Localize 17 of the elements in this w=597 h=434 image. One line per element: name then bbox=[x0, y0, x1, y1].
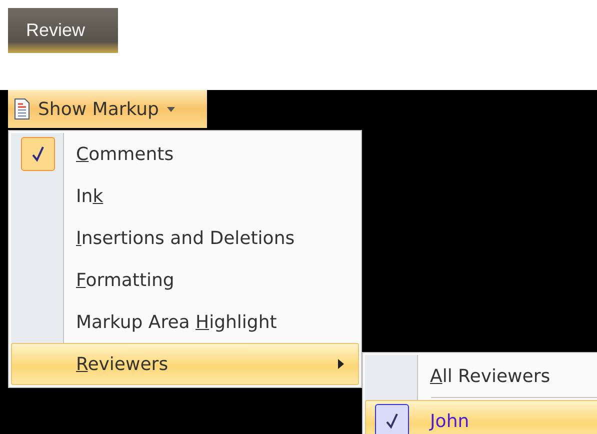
menu-item[interactable]: Comments bbox=[11, 133, 359, 175]
checkmark-icon bbox=[31, 146, 45, 162]
menu-item[interactable]: All Reviewers bbox=[365, 355, 597, 397]
menu-item[interactable]: Insertions and Deletions bbox=[11, 217, 359, 259]
checkmark-icon bbox=[385, 413, 399, 429]
menu-item[interactable]: Ink bbox=[11, 175, 359, 217]
review-tab[interactable]: Review bbox=[8, 8, 118, 53]
reviewer-name: All Reviewers bbox=[430, 366, 550, 386]
menu-item[interactable]: Formatting bbox=[11, 259, 359, 301]
caret-icon bbox=[166, 106, 175, 112]
submenu-arrow-icon bbox=[338, 359, 344, 369]
reviewer-name: John bbox=[430, 410, 470, 432]
menu-item[interactable]: Reviewers bbox=[11, 343, 359, 385]
menu-item[interactable]: Markup Area Highlight bbox=[11, 301, 359, 343]
menu-item[interactable]: John bbox=[365, 400, 597, 434]
document-icon bbox=[14, 98, 30, 120]
show-markup-button[interactable]: Show Markup bbox=[8, 90, 207, 128]
